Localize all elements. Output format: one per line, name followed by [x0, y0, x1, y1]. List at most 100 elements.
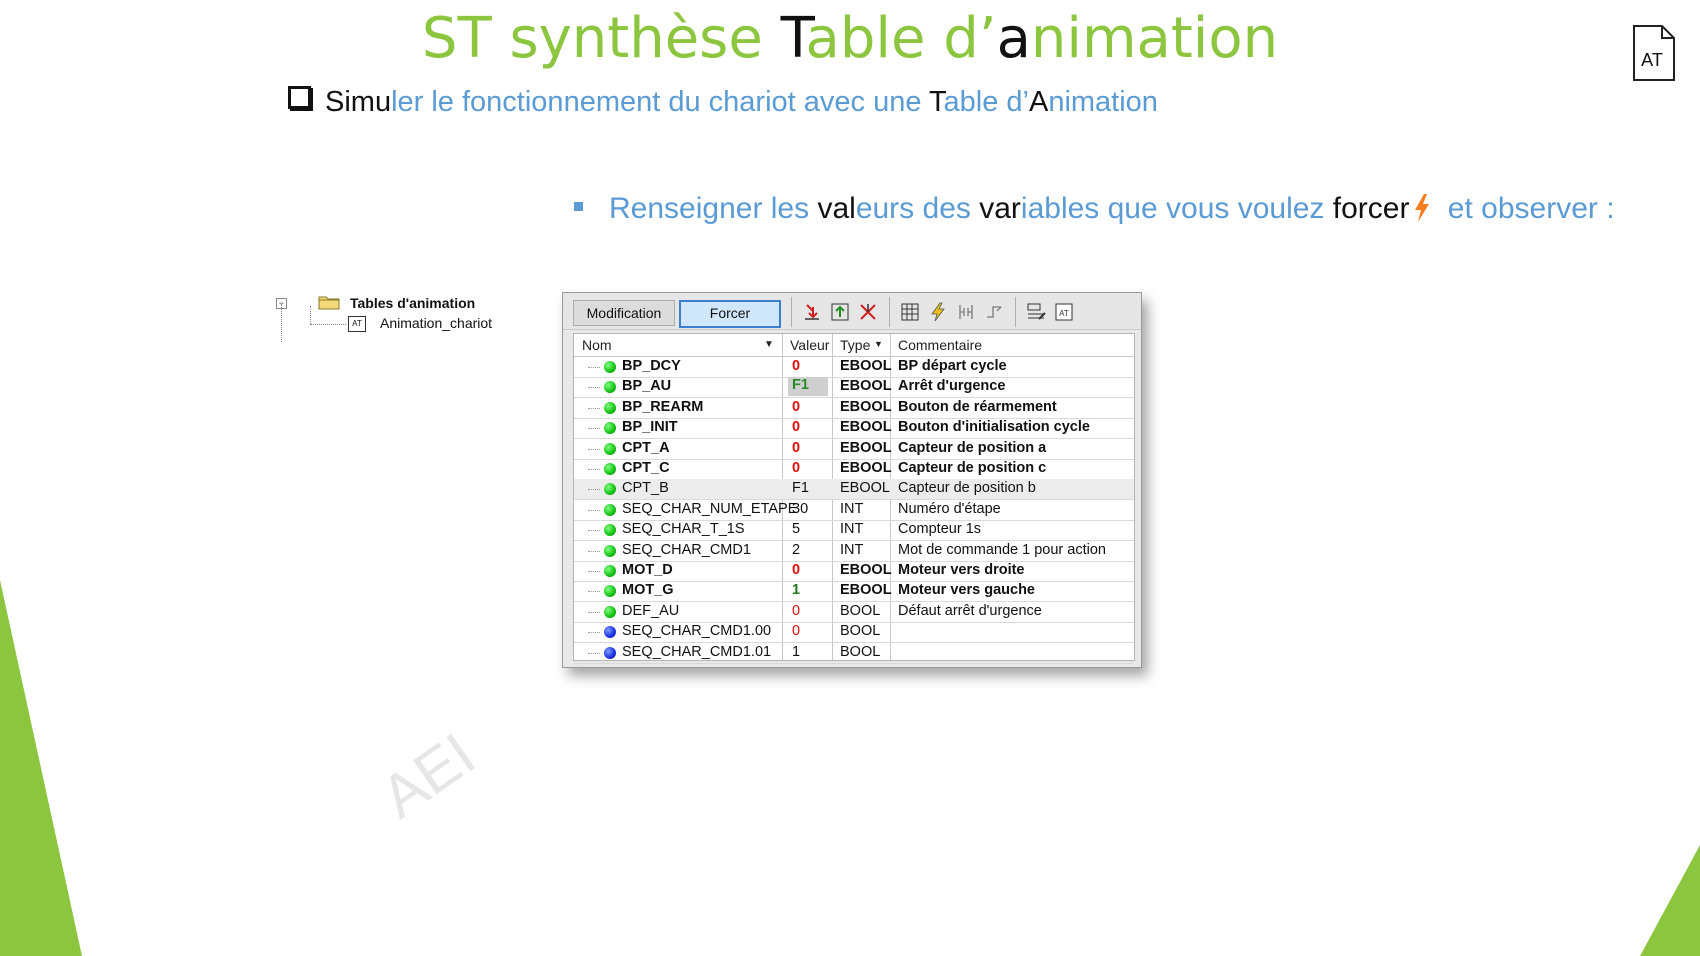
cell-value[interactable]: 2: [788, 542, 837, 558]
cell-type: EBOOL: [840, 480, 890, 497]
cell-comment: Bouton de réarmement: [898, 398, 1057, 415]
tree-item-animation-chariot[interactable]: Animation_chariot: [380, 315, 492, 331]
svg-text:AT: AT: [1059, 309, 1069, 318]
cell-type: EBOOL: [840, 419, 892, 436]
cell-value[interactable]: 0: [788, 440, 837, 456]
force-up-icon[interactable]: [829, 301, 851, 323]
column-header-nom[interactable]: Nom: [582, 337, 612, 353]
unforce-icon[interactable]: [857, 301, 879, 323]
cell-type: INT: [840, 500, 864, 517]
cell-comment: Bouton d'initialisation cycle: [898, 419, 1090, 436]
cell-name: SEQ_CHAR_CMD1.01: [622, 643, 772, 660]
cell-type: EBOOL: [840, 398, 892, 415]
flash-icon[interactable]: [927, 301, 949, 323]
table-row[interactable]: SEQ_CHAR_CMD1 2 INT Mot de commande 1 pour …: [574, 541, 1134, 562]
status-dot-icon: [604, 442, 616, 455]
bullet-instructions: Renseigner les valeurs des variables que…: [574, 192, 1615, 226]
table-row[interactable]: MOT_D 0 EBOOL Moteur vers droite: [574, 561, 1134, 582]
cell-type: EBOOL: [840, 582, 892, 599]
cell-value[interactable]: 0: [788, 460, 837, 476]
table-row[interactable]: BP_DCY 0 EBOOL BP départ cycle: [574, 357, 1134, 378]
cell-comment: Moteur vers droite: [898, 562, 1025, 578]
table-row[interactable]: CPT_C 0 EBOOL Capteur de position c: [574, 459, 1134, 480]
cell-value[interactable]: 1: [788, 644, 837, 660]
column-header-commentaire[interactable]: Commentaire: [898, 337, 982, 353]
cell-value[interactable]: F1: [788, 377, 828, 397]
cell-comment: Numéro d'étape: [898, 500, 1001, 517]
table-header: Nom ▼ Valeur Type ▼ Commentaire: [574, 334, 1134, 357]
table-row[interactable]: MOT_G 1 EBOOL Moteur vers gauche: [574, 581, 1134, 603]
cell-name: MOT_G: [622, 582, 674, 599]
cell-value[interactable]: 0: [788, 562, 837, 578]
table-row[interactable]: BP_REARM 0 EBOOL Bouton de réarmement: [574, 398, 1134, 419]
bullet-simulate: Simuler le fonctionnement du chariot ave…: [288, 86, 1158, 119]
cell-value[interactable]: 0: [788, 358, 837, 374]
cell-value[interactable]: 0: [788, 419, 837, 435]
table-row[interactable]: CPT_A 0 EBOOL Capteur de position a: [574, 439, 1134, 460]
cell-name: BP_DCY: [622, 358, 681, 374]
cell-name: CPT_B: [622, 480, 669, 497]
table-row[interactable]: BP_AU F1 EBOOL Arrêt d'urgence: [574, 377, 1134, 399]
status-dot-icon: [604, 361, 616, 373]
watermark: AEI: [369, 720, 487, 830]
sequence-icon[interactable]: [983, 301, 1005, 323]
square-bullet-icon: [574, 202, 583, 211]
table-row[interactable]: SEQ_CHAR_T_1S 5 INT Compteur 1s: [574, 520, 1134, 542]
grid-icon[interactable]: [899, 301, 921, 323]
cell-name: CPT_A: [622, 439, 670, 456]
column-header-valeur[interactable]: Valeur: [790, 337, 829, 353]
cell-comment: Capteur de position c: [898, 460, 1047, 476]
force-down-icon[interactable]: [801, 301, 823, 323]
table-row[interactable]: SEQ_CHAR_NUM_ETAPE 30 INT Numéro d'étape: [574, 500, 1134, 521]
table-row[interactable]: DEF_AU 0 BOOL Défaut arrêt d'urgence: [574, 602, 1134, 623]
table-row[interactable]: BP_INIT 0 EBOOL Bouton d'initialisation cyc…: [574, 418, 1134, 440]
status-dot-icon: [604, 422, 616, 435]
chevron-down-icon[interactable]: ▼: [764, 339, 774, 350]
cell-value[interactable]: 0: [788, 399, 837, 415]
forcer-button[interactable]: Forcer: [679, 300, 781, 328]
tree-folder-label[interactable]: Tables d'animation: [350, 295, 475, 311]
table-row[interactable]: CPT_B F1 EBOOL Capteur de position b: [574, 479, 1134, 501]
cell-name: CPT_C: [622, 460, 670, 476]
cell-comment: Mot de commande 1 pour action: [898, 541, 1106, 558]
cell-name: SEQ_CHAR_NUM_ETAPE: [622, 500, 798, 517]
status-dot-icon: [604, 565, 616, 577]
cell-value[interactable]: 1: [788, 582, 837, 598]
status-dot-icon: [604, 646, 616, 659]
lightning-icon: [1415, 194, 1430, 222]
cell-type: BOOL: [840, 602, 881, 619]
animation-table-window: Modification Forcer AT Nom ▼ Valeur Type…: [562, 292, 1142, 668]
cell-name: BP_REARM: [622, 398, 704, 415]
cell-name: SEQ_CHAR_CMD1: [622, 541, 751, 558]
cell-comment: Défaut arrêt d'urgence: [898, 602, 1042, 619]
ladder-icon[interactable]: [955, 301, 977, 323]
cell-type: EBOOL: [840, 460, 892, 476]
status-dot-icon: [604, 626, 616, 639]
table-row[interactable]: SEQ_CHAR_CMD1.01 1 BOOL: [574, 643, 1134, 664]
status-dot-icon: [604, 605, 616, 618]
cell-value[interactable]: 5: [788, 521, 837, 537]
cell-value[interactable]: 0: [788, 623, 837, 639]
cell-comment: Capteur de position a: [898, 439, 1047, 456]
table-row[interactable]: SEQ_CHAR_CMD1.00 0 BOOL: [574, 622, 1134, 644]
column-header-type[interactable]: Type: [840, 337, 870, 353]
cell-value[interactable]: F1: [788, 480, 837, 496]
status-dot-icon: [604, 483, 616, 496]
chevron-down-icon[interactable]: ▼: [874, 339, 883, 349]
cell-type: BOOL: [840, 643, 881, 660]
cell-name: MOT_D: [622, 562, 673, 578]
cell-type: BOOL: [840, 623, 881, 640]
modification-button[interactable]: Modification: [573, 300, 675, 326]
status-dot-icon: [604, 503, 616, 516]
cell-type: EBOOL: [840, 439, 892, 456]
animation-table-icon[interactable]: AT: [1053, 301, 1075, 323]
cell-value[interactable]: 30: [788, 501, 837, 517]
cell-type: EBOOL: [840, 378, 892, 395]
folder-icon: [318, 296, 340, 310]
cell-type: INT: [840, 541, 864, 558]
modify-value-icon[interactable]: [1025, 301, 1047, 323]
cell-comment: Arrêt d'urgence: [898, 378, 1006, 395]
status-dot-icon: [604, 381, 616, 394]
cell-value[interactable]: 0: [788, 603, 837, 619]
toolbar: Modification Forcer AT: [563, 293, 1141, 330]
